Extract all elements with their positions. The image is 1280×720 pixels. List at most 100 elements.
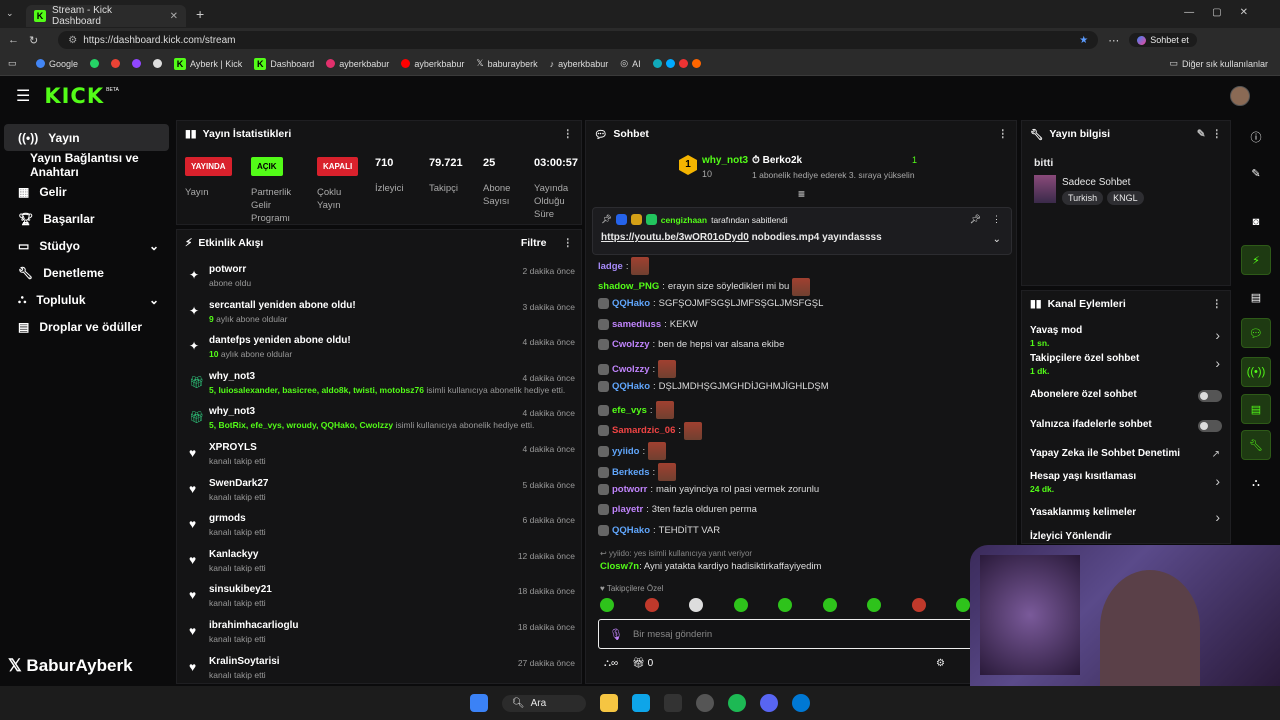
channel-action-item[interactable]: İzleyici Yönlendir: [1030, 531, 1224, 542]
activity-title[interactable]: KralinSoytarisi: [209, 656, 280, 667]
refresh-icon[interactable]: ↻: [29, 34, 38, 47]
filter-button[interactable]: Filtre: [521, 237, 547, 249]
activity-title[interactable]: Kanlackyy: [209, 549, 258, 560]
activity-title[interactable]: sercantall yeniden abone oldu!: [209, 300, 356, 311]
chat-username[interactable]: samediuss: [612, 319, 661, 330]
broadcast-icon[interactable]: ((•)): [1241, 357, 1271, 387]
chevron-down-icon[interactable]: ⌄: [993, 234, 1001, 245]
emote-icon[interactable]: [689, 598, 703, 612]
activity-title[interactable]: why_not3: [209, 371, 255, 382]
bookmark-diamond[interactable]: [153, 59, 163, 68]
activity-title[interactable]: SwenDark27: [209, 478, 268, 489]
info-icon[interactable]: ⓘ: [1241, 122, 1271, 152]
external-link-icon[interactable]: ↗: [1212, 449, 1220, 460]
bookmark-gmail[interactable]: [111, 59, 121, 68]
toggle-switch[interactable]: [1198, 420, 1222, 432]
more-icon[interactable]: ⋮: [998, 128, 1009, 140]
microphone-icon[interactable]: 🎙︎: [609, 628, 623, 641]
chat-username[interactable]: ladge: [598, 261, 623, 272]
edge-icon[interactable]: [792, 694, 811, 712]
more-icon[interactable]: ⋮: [1212, 298, 1223, 310]
bookmark-ai[interactable]: ◎ AI: [620, 58, 640, 69]
chat-username[interactable]: QQHako: [612, 381, 650, 392]
windows-start-icon[interactable]: [469, 694, 488, 712]
chat-username[interactable]: Berkeds: [612, 467, 650, 478]
sidebar-item-yayin[interactable]: ((•)) Yayın: [4, 124, 169, 151]
bookmark-google[interactable]: Google: [36, 59, 78, 69]
channel-action-item[interactable]: Takipçilere özel sohbet 1 dk.: [1030, 353, 1224, 376]
activity-title[interactable]: grmods: [209, 513, 246, 524]
channel-action-item[interactable]: Hesap yaşı kısıtlaması 24 dk.: [1030, 471, 1224, 494]
activity-title[interactable]: XPROYLS: [209, 442, 257, 453]
chat-username[interactable]: efe_vys: [612, 405, 647, 416]
pinned-link[interactable]: https://youtu.be/3wOR01oDyd0: [601, 232, 749, 243]
chat-username[interactable]: Cwolzzy: [612, 339, 649, 350]
more-icon[interactable]: ⋮: [1212, 128, 1223, 140]
chevron-right-icon[interactable]: ›: [1215, 509, 1220, 525]
collapse-icon[interactable]: ≡: [798, 187, 805, 201]
gifter-name[interactable]: why_not3: [702, 155, 748, 166]
url-field[interactable]: ⚙ https://dashboard.kick.com/stream ★: [58, 31, 1099, 49]
community-icon[interactable]: ⛬: [1241, 468, 1271, 498]
infinity-icon[interactable]: ⛬∞: [604, 658, 618, 669]
bookmark-tiktok[interactable]: ♪ ayberkbabur: [550, 59, 609, 69]
close-tab-icon[interactable]: ✕: [170, 11, 178, 22]
chevron-right-icon[interactable]: ›: [1215, 473, 1220, 489]
chat-input[interactable]: 🎙︎ Bir mesaj gönderin: [598, 619, 1012, 649]
tag[interactable]: KNGL: [1107, 191, 1144, 205]
chat-username[interactable]: playetr: [612, 504, 643, 515]
sidebar-item-studyo[interactable]: ▭ Stüdyo ⌄: [4, 232, 169, 259]
category-name[interactable]: Sadece Sohbet: [1062, 177, 1130, 188]
steam-icon[interactable]: [664, 694, 683, 712]
browser-tab[interactable]: K Stream - Kick Dashboard ✕: [26, 5, 186, 27]
settings-icon[interactable]: ⚙: [936, 658, 945, 669]
bookmark-ayberk-kick[interactable]: K Ayberk | Kick: [174, 57, 242, 70]
emote-icon[interactable]: [911, 598, 926, 612]
sidebar-item-basarilar[interactable]: 🏆︎ Başarılar: [4, 205, 169, 232]
activity-title[interactable]: sinsukibey21: [209, 584, 272, 595]
emote-icon[interactable]: [867, 598, 881, 612]
channel-action-item[interactable]: Abonelere özel sohbet: [1030, 389, 1224, 400]
bookmark-instagram[interactable]: ayberkbabur: [326, 59, 389, 69]
taskbar-search[interactable]: 🔍︎ Ara: [501, 694, 587, 712]
sidebar-item-denetleme[interactable]: 🔧︎ Denetleme: [4, 259, 169, 286]
channel-action-item[interactable]: Yavaş mod 1 sn.: [1030, 325, 1224, 348]
gift-target[interactable]: ⏱ Berko2k: [752, 155, 802, 166]
sidebar-item-gelir[interactable]: ▦ Gelir: [4, 178, 169, 205]
window-controls[interactable]: —▢✕: [1184, 7, 1266, 18]
emote-icon[interactable]: [733, 598, 748, 612]
discord-icon[interactable]: [760, 694, 779, 712]
chat-username[interactable]: Cwolzzy: [612, 364, 649, 375]
favorite-star-icon[interactable]: ★: [1079, 35, 1088, 46]
bookmark-dashboard[interactable]: K Dashboard: [254, 57, 314, 70]
emote-icon[interactable]: [778, 598, 792, 612]
site-info-icon[interactable]: ⚙: [68, 35, 77, 46]
unpin-icon[interactable]: 📌︎: [970, 214, 981, 225]
edit-icon[interactable]: ✎: [1241, 158, 1271, 188]
camera-icon[interactable]: ◙: [1241, 207, 1271, 237]
panel-icon[interactable]: ▤: [1241, 394, 1271, 424]
chat-username[interactable]: shadow_PNG: [598, 281, 659, 292]
chat-username[interactable]: Samardzic_06: [612, 425, 675, 436]
document-icon[interactable]: ▤: [1241, 282, 1271, 312]
more-icon[interactable]: ⋮: [563, 237, 574, 249]
tab-menu-icon[interactable]: ⌄: [6, 8, 14, 19]
channel-action-item[interactable]: Yasaklanmış kelimeler: [1030, 507, 1224, 518]
edit-icon[interactable]: ✎: [1197, 128, 1206, 140]
sidebar-item-stream-key[interactable]: Yayın Bağlantısı ve Anahtarı: [4, 151, 169, 179]
toggle-switch[interactable]: [1198, 390, 1222, 402]
chevron-right-icon[interactable]: ›: [1215, 327, 1220, 343]
chat-icon[interactable]: 💬︎: [1241, 318, 1271, 348]
photos-icon[interactable]: [632, 694, 651, 712]
chat-username[interactable]: QQHako: [612, 298, 650, 309]
chat-username[interactable]: potworr: [612, 484, 647, 495]
extensions-icon[interactable]: ⋯: [1108, 34, 1119, 47]
sidebar-item-droplar[interactable]: ▤ Droplar ve ödüller: [4, 313, 169, 340]
wrench-icon[interactable]: 🔧︎: [1241, 430, 1271, 460]
lightning-icon[interactable]: ⚡︎: [1241, 245, 1271, 275]
chevron-right-icon[interactable]: ›: [1215, 355, 1220, 371]
bookmark-twitch[interactable]: [132, 59, 142, 68]
kick-logo[interactable]: KICK: [44, 84, 104, 108]
more-icon[interactable]: ⋮: [992, 214, 1001, 225]
activity-title[interactable]: ibrahimhacarlioglu: [209, 620, 298, 631]
